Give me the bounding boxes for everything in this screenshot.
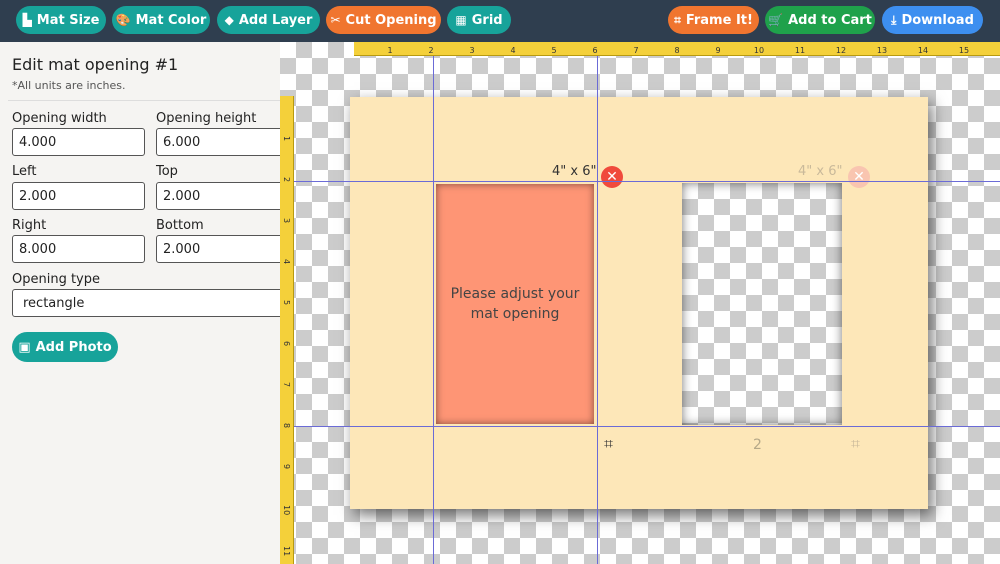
add-to-cart-label: Add to Cart bbox=[788, 12, 872, 28]
ruler-tick: 15 bbox=[958, 46, 970, 55]
cut-opening-label: Cut Opening bbox=[345, 12, 437, 28]
bottom-input[interactable]: 2.000 bbox=[156, 235, 280, 263]
ruler-tick: 4 bbox=[510, 46, 516, 55]
divider bbox=[8, 100, 280, 101]
mat-opening-1[interactable]: Please adjust your mat opening bbox=[436, 184, 594, 424]
ruler-tick: 7 bbox=[633, 46, 639, 55]
ruler-tick: 1 bbox=[387, 46, 393, 55]
crop-opening-1-icon[interactable]: ⌗ bbox=[604, 434, 613, 454]
right-label: Right bbox=[12, 218, 47, 233]
opening-type-select[interactable]: rectangle bbox=[12, 289, 280, 317]
add-photo-label: Add Photo bbox=[35, 339, 112, 355]
design-canvas[interactable]: Please adjust your mat opening 4" x 6" ✕… bbox=[280, 42, 1000, 564]
vertical-ruler: 1 2 3 4 5 6 7 8 9 10 11 bbox=[280, 96, 294, 564]
guide-line-bottom bbox=[280, 426, 1000, 427]
mat-size-button[interactable]: ▙ Mat Size bbox=[16, 6, 106, 34]
ruler-tick: 4 bbox=[282, 259, 291, 265]
frame-icon: ⌗ bbox=[674, 13, 681, 27]
right-input[interactable]: 8.000 bbox=[12, 235, 145, 263]
ruler-tick: 14 bbox=[917, 46, 929, 55]
grid-label: Grid bbox=[471, 12, 503, 28]
remove-opening-2-close-icon[interactable]: ✕ bbox=[848, 166, 870, 188]
mat-size-label: Mat Size bbox=[36, 12, 100, 28]
ruler-tick: 13 bbox=[876, 46, 888, 55]
download-button[interactable]: ⤓ Download bbox=[882, 6, 983, 34]
ruler-tick: 9 bbox=[715, 46, 721, 55]
top-input[interactable]: 2.000 bbox=[156, 182, 280, 210]
ruler-tick: 5 bbox=[282, 300, 291, 306]
ruler-tick: 11 bbox=[282, 546, 291, 557]
mat-opening-2[interactable] bbox=[682, 183, 842, 425]
horizontal-ruler: 1 2 3 4 5 6 7 8 9 10 11 12 13 14 15 bbox=[354, 42, 1000, 56]
frame-it-label: Frame It! bbox=[685, 12, 753, 28]
ruler-tick: 3 bbox=[282, 218, 291, 224]
palette-icon: 🎨 bbox=[115, 13, 131, 27]
add-to-cart-button[interactable]: 🛒 Add to Cart bbox=[765, 6, 875, 34]
add-layer-button[interactable]: ◆ Add Layer bbox=[217, 6, 320, 34]
download-label: Download bbox=[901, 12, 974, 28]
ruler-tick: 5 bbox=[551, 46, 557, 55]
ruler-tick: 10 bbox=[282, 505, 291, 516]
units-note: *All units are inches. bbox=[12, 79, 126, 92]
ruler-tick: 11 bbox=[794, 46, 806, 55]
scissors-icon: ✂ bbox=[330, 13, 341, 27]
ruler-tick: 6 bbox=[282, 341, 291, 347]
frame-it-button[interactable]: ⌗ Frame It! bbox=[668, 6, 759, 34]
opening-2-dimension: 4" x 6" bbox=[798, 164, 843, 179]
ruler-tick: 3 bbox=[469, 46, 475, 55]
opening-width-label: Opening width bbox=[12, 111, 107, 126]
ruler-tick: 7 bbox=[282, 382, 291, 388]
left-label: Left bbox=[12, 164, 37, 179]
ruler-tick: 1 bbox=[282, 136, 291, 142]
ruler-icon: ▙ bbox=[22, 13, 32, 27]
edit-opening-panel: Edit mat opening #1 *All units are inche… bbox=[0, 42, 280, 564]
image-icon: ▣ bbox=[18, 339, 31, 355]
mat-color-label: Mat Color bbox=[135, 12, 207, 28]
remove-opening-1-close-icon[interactable]: ✕ bbox=[601, 166, 623, 188]
cut-opening-button[interactable]: ✂ Cut Opening bbox=[326, 6, 441, 34]
grid-icon: ▦ bbox=[455, 13, 467, 27]
download-icon: ⤓ bbox=[891, 13, 897, 27]
grid-button[interactable]: ▦ Grid bbox=[447, 6, 511, 34]
add-photo-button[interactable]: ▣ Add Photo bbox=[12, 332, 118, 362]
ruler-tick: 10 bbox=[753, 46, 765, 55]
bottom-label: Bottom bbox=[156, 218, 204, 233]
opening-width-input[interactable]: 4.000 bbox=[12, 128, 145, 156]
guide-line-right bbox=[597, 42, 598, 564]
top-toolbar: ▙ Mat Size 🎨 Mat Color ◆ Add Layer ✂ Cut… bbox=[0, 0, 1000, 42]
cart-icon: 🛒 bbox=[768, 13, 784, 27]
ruler-tick: 8 bbox=[282, 423, 291, 429]
ruler-tick: 2 bbox=[282, 177, 291, 183]
guide-line-top bbox=[280, 181, 1000, 182]
add-layer-label: Add Layer bbox=[238, 12, 313, 28]
layers-icon: ◆ bbox=[224, 13, 234, 27]
ruler-tick: 6 bbox=[592, 46, 598, 55]
top-label: Top bbox=[156, 164, 178, 179]
mat-board[interactable]: Please adjust your mat opening 4" x 6" ✕… bbox=[350, 97, 928, 509]
guide-line-left bbox=[433, 42, 434, 564]
ruler-tick: 2 bbox=[428, 46, 434, 55]
opening-1-message: Please adjust your mat opening bbox=[450, 286, 580, 322]
mat-color-button[interactable]: 🎨 Mat Color bbox=[112, 6, 210, 34]
opening-2-number: 2 bbox=[753, 437, 762, 453]
opening-type-label: Opening type bbox=[12, 272, 100, 287]
crop-opening-2-icon[interactable]: ⌗ bbox=[851, 434, 860, 454]
opening-height-label: Opening height bbox=[156, 111, 257, 126]
panel-title: Edit mat opening #1 bbox=[12, 55, 179, 74]
left-input[interactable]: 2.000 bbox=[12, 182, 145, 210]
opening-1-dimension: 4" x 6" bbox=[552, 164, 597, 179]
ruler-tick: 9 bbox=[282, 464, 291, 470]
opening-height-input[interactable]: 6.000 bbox=[156, 128, 280, 156]
ruler-tick: 12 bbox=[835, 46, 847, 55]
ruler-tick: 8 bbox=[674, 46, 680, 55]
